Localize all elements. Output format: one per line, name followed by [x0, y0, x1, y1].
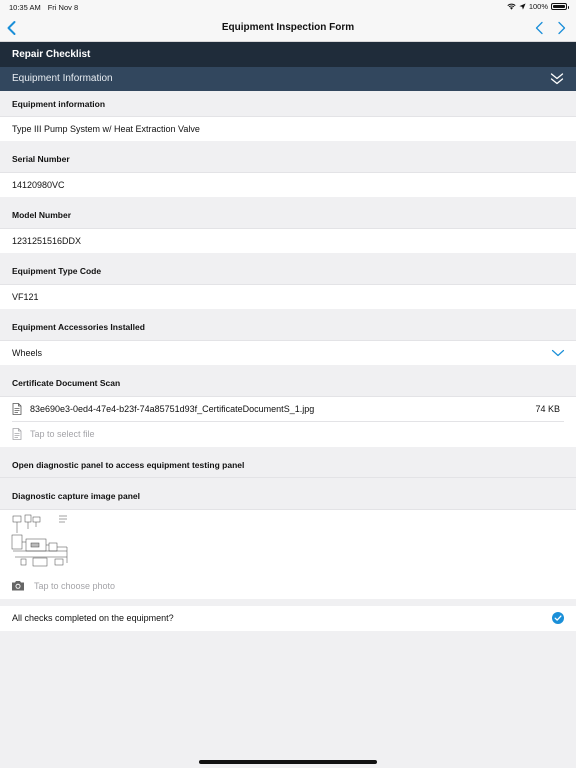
equipment-info-label: Equipment information — [0, 91, 576, 116]
certificate-file-name[interactable]: 83e690e3-0ed4-47e4-b23f-74a85751d93f_Cer… — [30, 404, 314, 414]
camera-icon[interactable] — [11, 580, 25, 591]
type-code-field[interactable]: VF121 — [0, 284, 576, 309]
checklist-title: Repair Checklist — [12, 49, 91, 60]
certificate-divider — [12, 421, 564, 422]
section-header[interactable]: Equipment Information — [0, 67, 576, 91]
serial-number-label: Serial Number — [0, 141, 576, 172]
diagnostic-image-label: Diagnostic capture image panel — [0, 479, 576, 509]
status-right: 100% — [507, 2, 569, 11]
type-code-label: Equipment Type Code — [0, 253, 576, 284]
certificate-label: Certificate Document Scan — [0, 365, 576, 396]
battery-icon — [551, 3, 569, 10]
status-time: 10:35 AM — [9, 3, 41, 12]
model-number-field[interactable]: 1231251516DDX — [0, 228, 576, 253]
equipment-info-field[interactable]: Type III Pump System w/ Heat Extraction … — [0, 116, 576, 141]
certificate-file-size: 74 KB — [535, 404, 560, 414]
model-number-label: Model Number — [0, 197, 576, 228]
document-icon — [12, 403, 22, 415]
diagnostic-thumbnail[interactable] — [11, 513, 69, 569]
document-placeholder-icon[interactable] — [12, 428, 22, 440]
all-checks-row[interactable]: All checks completed on the equipment? — [0, 606, 576, 631]
battery-fill — [553, 5, 565, 8]
page-title: Equipment Inspection Form — [221, 22, 355, 33]
choose-photo-placeholder[interactable]: Tap to choose photo — [34, 581, 115, 591]
status-date: Fri Nov 8 — [47, 3, 79, 12]
next-chevron-icon[interactable] — [553, 20, 569, 36]
checkmark-icon[interactable] — [552, 612, 564, 624]
serial-number-field[interactable]: 14120980VC — [0, 172, 576, 197]
select-file-placeholder[interactable]: Tap to select file — [30, 429, 95, 439]
accessories-label: Equipment Accessories Installed — [0, 309, 576, 340]
diagnostic-panel-link[interactable]: Open diagnostic panel to access equipmen… — [0, 447, 576, 478]
accessories-select[interactable]: Wheels — [0, 340, 576, 365]
location-icon — [519, 3, 526, 10]
all-checks-label: All checks completed on the equipment? — [12, 613, 174, 623]
navigation-bar: Equipment Inspection Form — [0, 14, 576, 42]
status-left: 10:35 AM Fri Nov 8 — [9, 3, 85, 12]
section-title: Equipment Information — [12, 73, 113, 84]
home-indicator[interactable] — [199, 760, 377, 764]
status-bar: 10:35 AM Fri Nov 8 100% — [0, 0, 576, 14]
checklist-header: Repair Checklist — [0, 42, 576, 67]
battery-percent: 100% — [528, 2, 548, 11]
wifi-icon — [507, 3, 516, 10]
chevron-down-icon[interactable] — [551, 348, 565, 358]
previous-chevron-icon[interactable] — [532, 20, 548, 36]
accessories-value: Wheels — [12, 348, 43, 358]
collapse-icon[interactable] — [549, 72, 565, 86]
